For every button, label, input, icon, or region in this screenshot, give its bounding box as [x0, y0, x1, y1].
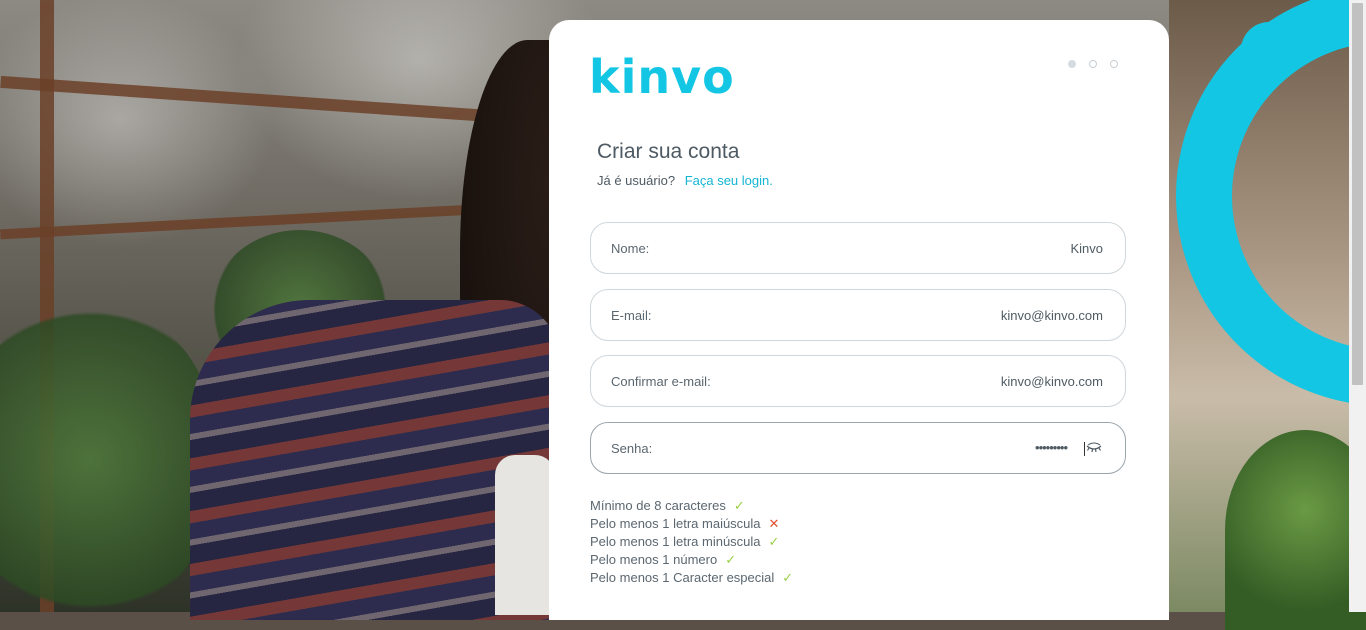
rule-text: Pelo menos 1 número: [590, 552, 718, 567]
email-field[interactable]: E-mail: kinvo@kinvo.com: [590, 289, 1126, 341]
rule-text: Pelo menos 1 letra minúscula: [590, 534, 761, 549]
check-icon: ✓: [725, 552, 737, 567]
rule-text: Mínimo de 8 caracteres: [590, 498, 726, 513]
email-confirm-label: Confirmar e-mail:: [611, 373, 711, 389]
password-rule: Pelo menos 1 letra maiúscula ✕: [590, 515, 793, 533]
password-rule: Pelo menos 1 Caracter especial ✓: [590, 569, 793, 587]
background-plant: [1225, 430, 1366, 630]
page-scrollbar[interactable]: [1349, 0, 1366, 612]
password-field[interactable]: Senha: •••••••••: [590, 422, 1126, 474]
password-rule: Pelo menos 1 letra minúscula ✓: [590, 533, 793, 551]
eye-closed-icon[interactable]: [1085, 441, 1103, 455]
person-undershirt: [495, 455, 555, 615]
step-dot-2: [1089, 60, 1097, 68]
login-link[interactable]: Faça seu login.: [685, 173, 773, 188]
name-field[interactable]: Nome: Kinvo: [590, 222, 1126, 274]
name-label: Nome:: [611, 240, 650, 256]
kinvo-logo: kinvo: [589, 50, 735, 104]
check-icon: ✓: [782, 570, 794, 585]
cross-icon: ✕: [768, 516, 780, 531]
rule-text: Pelo menos 1 Caracter especial: [590, 570, 775, 585]
name-input[interactable]: Kinvo: [649, 241, 1103, 256]
login-prompt-line: Já é usuário? Faça seu login.: [597, 173, 773, 188]
signup-card: kinvo Criar sua conta Já é usuário? Faça…: [549, 20, 1169, 620]
scrollbar-thumb[interactable]: [1352, 3, 1363, 385]
login-prompt: Já é usuário?: [597, 173, 676, 188]
check-icon: ✓: [768, 534, 780, 549]
check-icon: ✓: [733, 498, 745, 513]
step-indicator: [1068, 60, 1118, 68]
rule-text: Pelo menos 1 letra maiúscula: [590, 516, 761, 531]
page-title: Criar sua conta: [597, 140, 740, 163]
password-masked-value: •••••••••: [1035, 440, 1068, 456]
step-dot-3: [1110, 60, 1118, 68]
decorative-arc-cap: [1241, 22, 1297, 78]
password-label: Senha:: [611, 440, 653, 456]
email-confirm-input[interactable]: kinvo@kinvo.com: [711, 374, 1103, 389]
password-input[interactable]: •••••••••: [652, 440, 1085, 456]
password-rule: Mínimo de 8 caracteres ✓: [590, 497, 793, 515]
password-rule: Pelo menos 1 número ✓: [590, 551, 793, 569]
email-label: E-mail:: [611, 307, 652, 323]
email-input[interactable]: kinvo@kinvo.com: [651, 308, 1103, 323]
password-rules-list: Mínimo de 8 caracteres ✓ Pelo menos 1 le…: [590, 497, 793, 587]
step-dot-1: [1068, 60, 1076, 68]
email-confirm-field[interactable]: Confirmar e-mail: kinvo@kinvo.com: [590, 355, 1126, 407]
